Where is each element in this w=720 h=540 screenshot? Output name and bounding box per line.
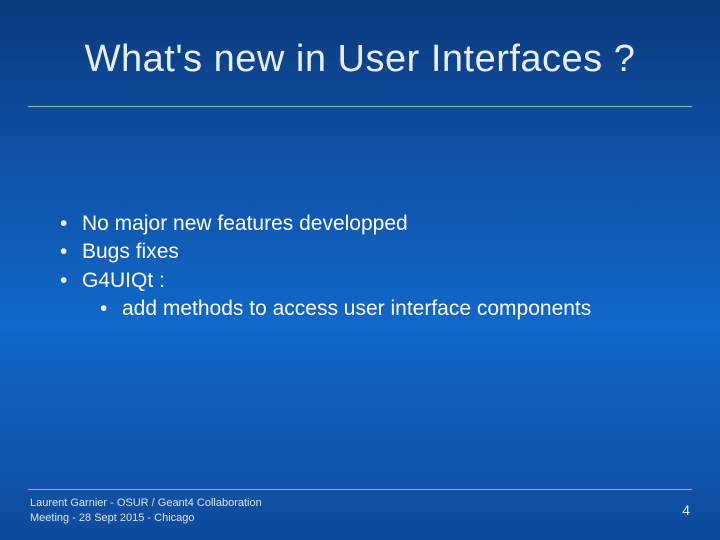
bullet-text: G4UIQt :: [82, 269, 165, 292]
slide-title: What's new in User Interfaces ?: [0, 38, 720, 81]
body-content: No major new features developped Bugs fi…: [58, 210, 680, 323]
sub-bullet-item: add methods to access user interface com…: [98, 295, 680, 323]
bullet-item: G4UIQt : add methods to access user inte…: [58, 267, 680, 324]
divider-top: [28, 106, 692, 107]
slide: What's new in User Interfaces ? No major…: [0, 0, 720, 540]
bullet-item: No major new features developped: [58, 210, 680, 238]
sub-bullet-list: add methods to access user interface com…: [98, 295, 680, 323]
footer-line: Meeting - 28 Sept 2015 - Chicago: [30, 511, 262, 526]
bullet-text: No major new features developped: [82, 212, 408, 235]
footer-line: Laurent Garnier - OSUR / Geant4 Collabor…: [30, 496, 262, 511]
footer-text: Laurent Garnier - OSUR / Geant4 Collabor…: [30, 496, 262, 526]
bullet-text: Bugs fixes: [82, 240, 179, 263]
divider-bottom: [28, 489, 692, 490]
bullet-item: Bugs fixes: [58, 238, 680, 266]
bullet-list: No major new features developped Bugs fi…: [58, 210, 680, 323]
page-number: 4: [682, 502, 690, 518]
bullet-text: add methods to access user interface com…: [122, 297, 591, 320]
